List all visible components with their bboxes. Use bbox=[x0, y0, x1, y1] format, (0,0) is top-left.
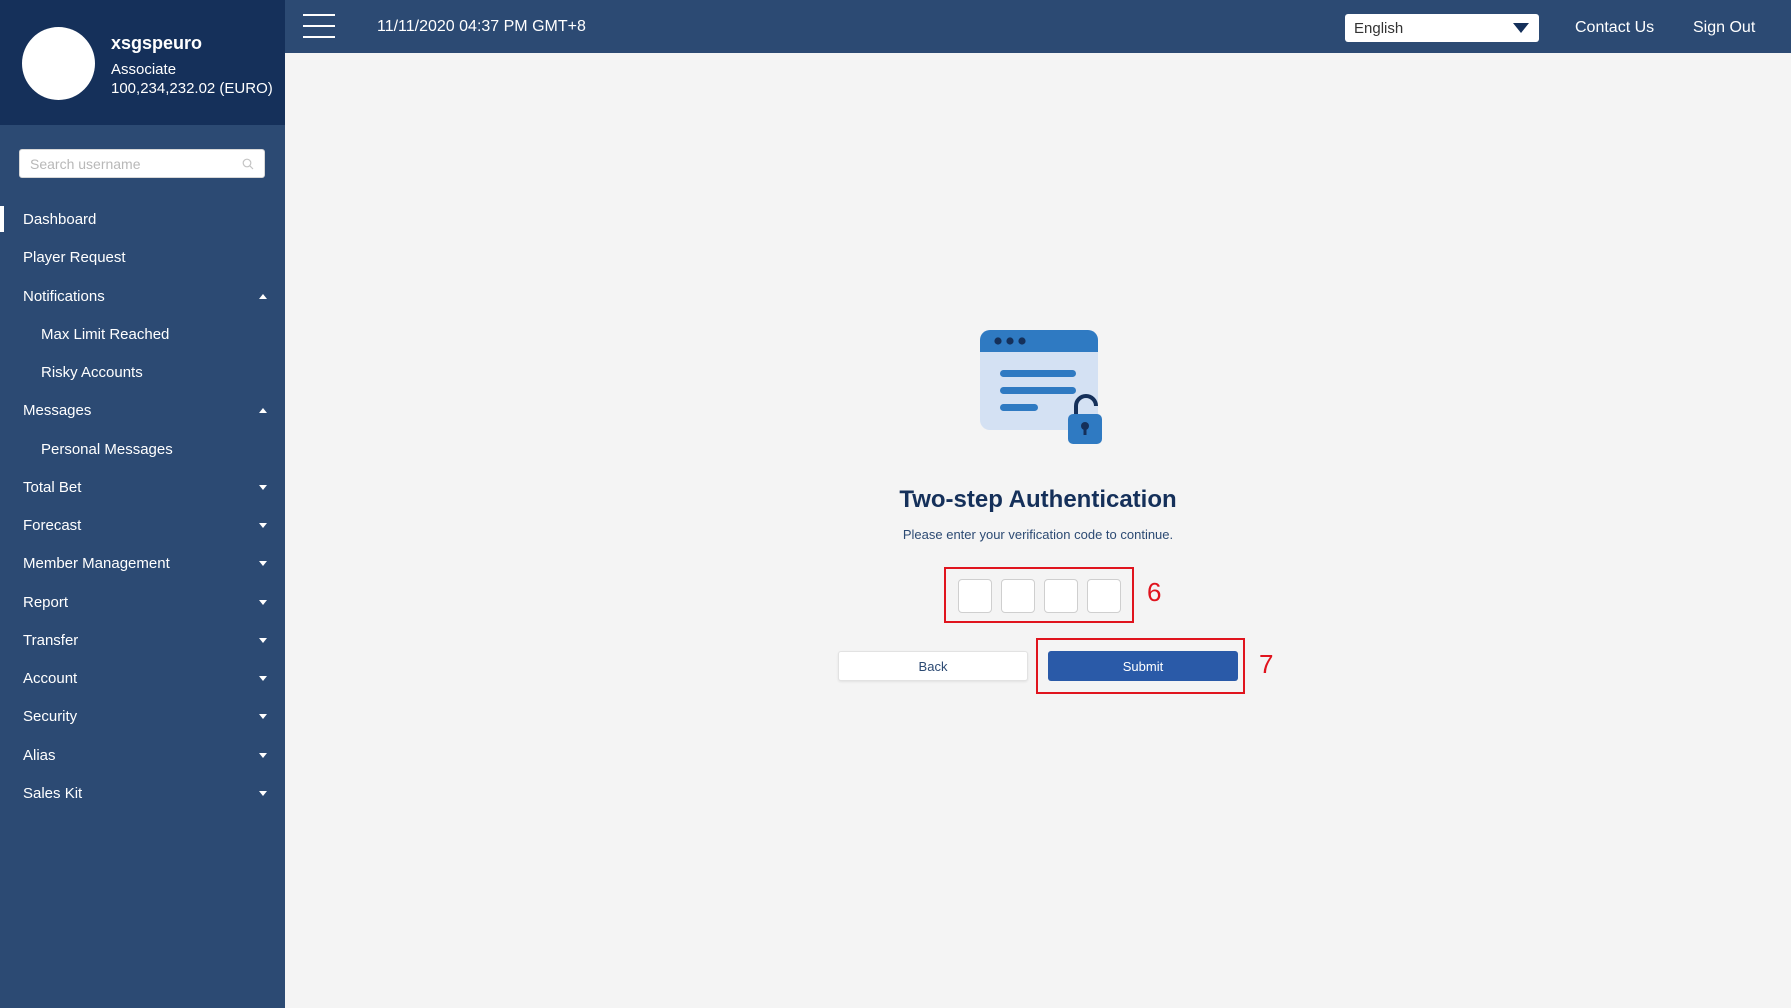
verification-code-group bbox=[944, 567, 1134, 623]
secure-window-lock-icon bbox=[980, 330, 1102, 444]
profile-role: Associate bbox=[111, 61, 177, 78]
annotation-marker-7: 7 bbox=[1259, 649, 1274, 679]
chevron-up-icon bbox=[259, 407, 267, 413]
code-digit-4[interactable] bbox=[1087, 579, 1121, 613]
sidebar-item-label: Alias bbox=[23, 746, 56, 764]
code-digit-2-input[interactable] bbox=[1002, 580, 1034, 612]
datetime-display: 11/11/2020 04:37 PM GMT+8 bbox=[377, 18, 586, 35]
submit-highlight: Submit bbox=[1036, 638, 1245, 694]
sidebar-item-security[interactable]: Security bbox=[0, 699, 285, 733]
sidebar-item-label: Personal Messages bbox=[41, 440, 173, 458]
sidebar-item-personal-messages[interactable]: Personal Messages bbox=[0, 432, 285, 466]
sidebar-item-label: Notifications bbox=[23, 287, 105, 305]
search-box bbox=[19, 149, 265, 178]
sidebar-item-messages[interactable]: Messages bbox=[0, 393, 285, 427]
code-digit-3[interactable] bbox=[1044, 579, 1078, 613]
contact-us-link[interactable]: Contact Us bbox=[1575, 19, 1654, 37]
main-content: Two-step Authentication Please enter you… bbox=[285, 53, 1791, 1008]
sign-out-link[interactable]: Sign Out bbox=[1693, 19, 1755, 37]
sidebar-item-label: Sales Kit bbox=[23, 784, 83, 802]
sidebar-item-label: Account bbox=[23, 669, 78, 687]
profile-balance: 100,234,232.02 (EURO) bbox=[111, 80, 273, 97]
submit-button[interactable]: Submit bbox=[1048, 651, 1238, 681]
chevron-down-icon bbox=[259, 599, 267, 605]
sidebar: xsgspeuro Associate 100,234,232.02 (EURO… bbox=[0, 0, 285, 1008]
code-digit-4-input[interactable] bbox=[1088, 580, 1120, 612]
sidebar-item-label: Messages bbox=[23, 401, 92, 419]
sidebar-item-transfer[interactable]: Transfer bbox=[0, 623, 285, 657]
sidebar-item-risky-accounts[interactable]: Risky Accounts bbox=[0, 355, 285, 389]
sidebar-item-sales-kit[interactable]: Sales Kit bbox=[0, 776, 285, 810]
language-value: English bbox=[1354, 20, 1404, 37]
code-digit-1-input[interactable] bbox=[959, 580, 991, 612]
back-button[interactable]: Back bbox=[838, 651, 1028, 681]
sidebar-item-label: Total Bet bbox=[23, 478, 82, 496]
sidebar-item-alias[interactable]: Alias bbox=[0, 738, 285, 772]
sidebar-item-label: Member Management bbox=[23, 554, 170, 572]
top-bar: 11/11/2020 04:37 PM GMT+8 English Contac… bbox=[285, 0, 1791, 53]
sidebar-item-label: Max Limit Reached bbox=[41, 325, 170, 343]
chevron-down-icon bbox=[1513, 23, 1529, 33]
code-digit-2[interactable] bbox=[1001, 579, 1035, 613]
chevron-down-icon bbox=[259, 675, 267, 681]
sidebar-item-label: Report bbox=[23, 593, 69, 611]
chevron-down-icon bbox=[259, 637, 267, 643]
chevron-down-icon bbox=[259, 484, 267, 490]
sidebar-item-label: Forecast bbox=[23, 516, 82, 534]
auth-title: Two-step Authentication bbox=[899, 486, 1177, 513]
avatar[interactable] bbox=[22, 27, 95, 100]
sidebar-item-account[interactable]: Account bbox=[0, 661, 285, 695]
sidebar-item-total-bet[interactable]: Total Bet bbox=[0, 470, 285, 504]
search-icon[interactable] bbox=[242, 158, 254, 170]
sidebar-item-forecast[interactable]: Forecast bbox=[0, 508, 285, 542]
sidebar-item-member-management[interactable]: Member Management bbox=[0, 546, 285, 580]
sidebar-item-label: Security bbox=[23, 707, 78, 725]
sidebar-item-label: Player Request bbox=[23, 248, 126, 266]
sidebar-item-dashboard[interactable]: Dashboard bbox=[0, 202, 285, 236]
sidebar-item-max-limit-reached[interactable]: Max Limit Reached bbox=[0, 317, 285, 351]
sidebar-item-notifications[interactable]: Notifications bbox=[0, 279, 285, 313]
hamburger-menu-icon[interactable] bbox=[303, 14, 335, 38]
sidebar-item-label: Risky Accounts bbox=[41, 363, 143, 381]
language-select[interactable]: English bbox=[1345, 14, 1539, 42]
annotation-marker-6: 6 bbox=[1147, 577, 1162, 607]
sidebar-item-report[interactable]: Report bbox=[0, 585, 285, 619]
chevron-up-icon bbox=[259, 293, 267, 299]
auth-subtitle: Please enter your verification code to c… bbox=[902, 527, 1174, 542]
sidebar-item-player-request[interactable]: Player Request bbox=[0, 240, 285, 274]
sidebar-item-label: Transfer bbox=[23, 631, 79, 649]
code-digit-1[interactable] bbox=[958, 579, 992, 613]
search-input[interactable] bbox=[20, 150, 264, 177]
sidebar-item-label: Dashboard bbox=[23, 210, 97, 228]
code-digit-3-input[interactable] bbox=[1045, 580, 1077, 612]
profile-panel: xsgspeuro Associate 100,234,232.02 (EURO… bbox=[0, 0, 285, 125]
chevron-down-icon bbox=[259, 522, 267, 528]
profile-username: xsgspeuro bbox=[111, 33, 203, 53]
chevron-down-icon bbox=[259, 713, 267, 719]
chevron-down-icon bbox=[259, 560, 267, 566]
chevron-down-icon bbox=[259, 752, 267, 758]
chevron-down-icon bbox=[259, 790, 267, 796]
